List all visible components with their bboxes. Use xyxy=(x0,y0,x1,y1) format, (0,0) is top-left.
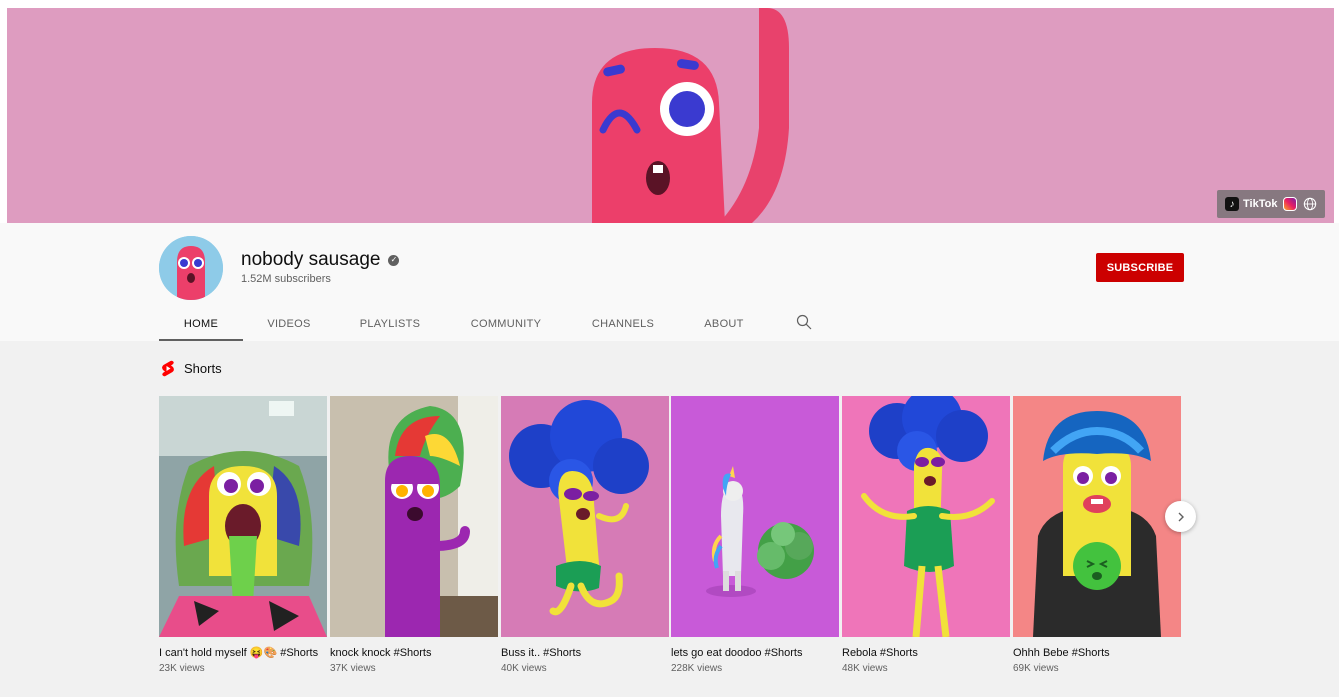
tab-community[interactable]: COMMUNITY xyxy=(445,306,567,341)
channel-avatar[interactable] xyxy=(159,236,223,300)
chevron-right-icon xyxy=(1178,512,1184,521)
channel-name-text: nobody sausage xyxy=(241,249,381,270)
shorts-next-button[interactable] xyxy=(1165,501,1196,532)
subscriber-count: 1.52M subscribers xyxy=(241,273,331,285)
short-thumbnail-image xyxy=(671,396,839,637)
shorts-icon xyxy=(162,360,174,377)
short-views: 23K views xyxy=(159,663,205,674)
short-thumbnail-image xyxy=(842,396,1010,637)
short-thumbnail-image xyxy=(1013,396,1181,637)
short-item: Ohhh Bebe #Shorts 69K views xyxy=(1013,396,1181,674)
short-thumbnail-image xyxy=(159,396,327,637)
short-title[interactable]: knock knock #Shorts xyxy=(330,645,498,661)
channel-tabs: HOME VIDEOS PLAYLISTS COMMUNITY CHANNELS… xyxy=(159,306,769,341)
short-views: 228K views xyxy=(671,663,723,674)
instagram-icon[interactable] xyxy=(1283,197,1298,211)
channel-name: nobody sausage ✓ xyxy=(241,249,400,271)
shorts-section-title: Shorts xyxy=(184,361,222,376)
short-thumbnail[interactable] xyxy=(1013,396,1181,637)
short-item: lets go eat doodoo #Shorts 228K views xyxy=(671,396,839,674)
tab-channels[interactable]: CHANNELS xyxy=(567,306,679,341)
short-item: Buss it.. #Shorts 40K views xyxy=(501,396,669,674)
tiktok-icon: ♪ xyxy=(1225,197,1239,211)
short-title[interactable]: Rebola #Shorts xyxy=(842,645,1010,661)
tiktok-link[interactable]: ♪ TikTok xyxy=(1225,197,1277,211)
short-title[interactable]: Ohhh Bebe #Shorts xyxy=(1013,645,1181,661)
banner-artwork xyxy=(7,8,1334,223)
short-item: Rebola #Shorts 48K views xyxy=(842,396,1010,674)
tab-playlists[interactable]: PLAYLISTS xyxy=(335,306,445,341)
short-item: I can't hold myself 😝🎨 #Shorts 23K views xyxy=(159,396,327,674)
short-title[interactable]: lets go eat doodoo #Shorts xyxy=(671,645,839,661)
short-thumbnail[interactable] xyxy=(671,396,839,637)
short-views: 48K views xyxy=(842,663,888,674)
short-views: 37K views xyxy=(330,663,376,674)
short-title[interactable]: Buss it.. #Shorts xyxy=(501,645,669,661)
avatar-artwork xyxy=(159,236,223,300)
channel-banner: ♪ TikTok xyxy=(7,8,1334,223)
short-views: 69K views xyxy=(1013,663,1059,674)
short-thumbnail[interactable] xyxy=(330,396,498,637)
short-views: 40K views xyxy=(501,663,547,674)
tab-about[interactable]: ABOUT xyxy=(679,306,769,341)
short-thumbnail[interactable] xyxy=(159,396,327,637)
tab-videos[interactable]: VIDEOS xyxy=(243,306,335,341)
short-thumbnail-image xyxy=(501,396,669,637)
tab-home[interactable]: HOME xyxy=(159,306,243,341)
verified-badge-icon: ✓ xyxy=(388,254,400,266)
channel-search-icon[interactable] xyxy=(796,314,812,330)
short-thumbnail-image xyxy=(330,396,498,637)
short-item: knock knock #Shorts 37K views xyxy=(330,396,498,674)
globe-icon[interactable] xyxy=(1303,197,1317,211)
banner-social-links: ♪ TikTok xyxy=(1217,190,1326,218)
tiktok-link-label: TikTok xyxy=(1243,198,1278,210)
short-thumbnail[interactable] xyxy=(501,396,669,637)
shorts-section-header: Shorts xyxy=(161,360,222,377)
short-thumbnail[interactable] xyxy=(842,396,1010,637)
short-title[interactable]: I can't hold myself 😝🎨 #Shorts xyxy=(159,645,327,661)
subscribe-button[interactable]: SUBSCRIBE xyxy=(1096,253,1184,282)
